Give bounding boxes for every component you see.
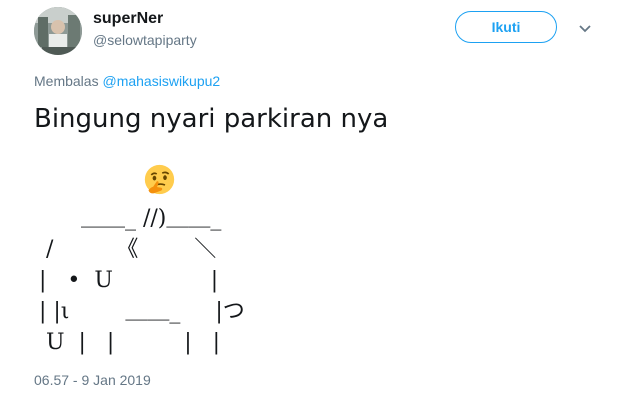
follow-button[interactable]: Ikuti xyxy=(455,11,557,43)
reply-prefix: Membalas xyxy=(34,73,99,89)
avatar[interactable] xyxy=(34,7,82,55)
timestamp[interactable]: 06.57 - 9 Jan 2019 xyxy=(34,372,151,388)
user-handle[interactable]: @selowtapiparty xyxy=(93,32,197,48)
reply-context: Membalas @mahasiswikupu2 xyxy=(34,73,220,89)
tweet-text: Bingung nyari parkiran nya xyxy=(34,104,389,134)
reply-mention-link[interactable]: @mahasiswikupu2 xyxy=(102,73,220,89)
ascii-art: ＿＿_ //)＿＿_ / 《 ＼ | • U | | |ι ＿＿_ |つ U |… xyxy=(38,206,245,355)
chevron-down-icon[interactable] xyxy=(578,22,592,34)
display-name[interactable]: superNer xyxy=(93,10,163,28)
thinking-face-emoji xyxy=(143,163,176,196)
